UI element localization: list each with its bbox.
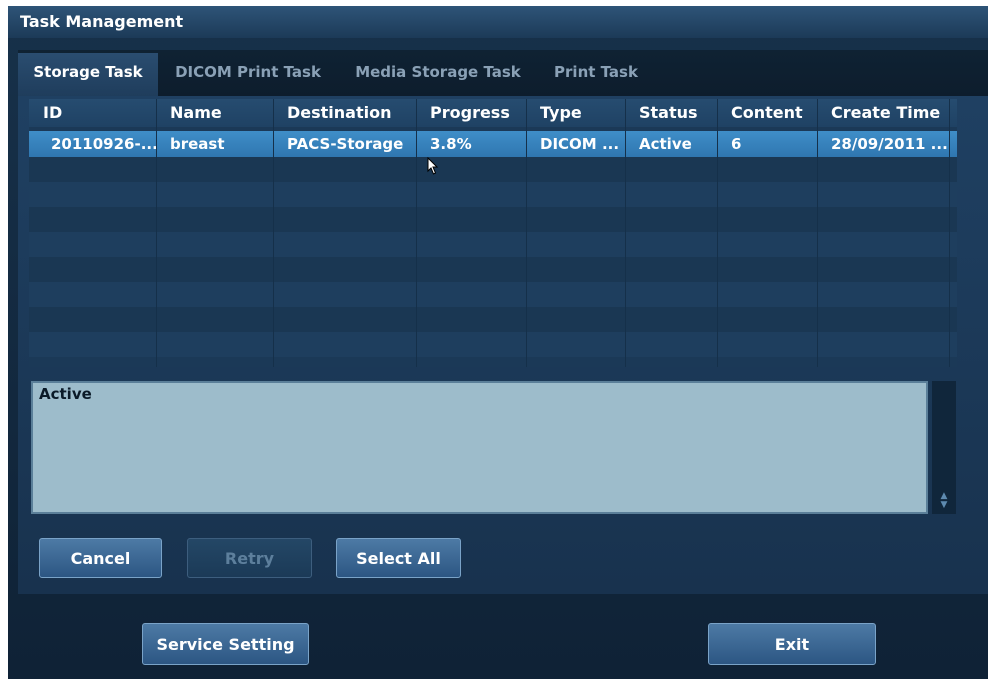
exit-button[interactable]: Exit bbox=[708, 623, 876, 665]
cell-type: DICOM ... bbox=[540, 135, 620, 153]
tab-storage-task[interactable]: Storage Task bbox=[18, 53, 158, 96]
tab-bar: Storage Task DICOM Print Task Media Stor… bbox=[18, 50, 988, 96]
cell-destination: PACS-Storage bbox=[287, 135, 404, 153]
column-header-content[interactable]: Content bbox=[717, 99, 817, 127]
service-setting-button[interactable]: Service Setting bbox=[142, 623, 309, 665]
task-detail-text: Active bbox=[39, 385, 92, 403]
column-header-destination[interactable]: Destination bbox=[273, 99, 416, 127]
column-header-id[interactable]: ID bbox=[29, 99, 156, 127]
cell-create-time: 28/09/2011 ... bbox=[831, 135, 948, 153]
cell-status: Active bbox=[639, 135, 692, 153]
detail-scrollbar[interactable]: ▲ ▼ bbox=[932, 381, 956, 514]
tab-print-task[interactable]: Print Task bbox=[546, 53, 646, 91]
column-header-name[interactable]: Name bbox=[156, 99, 273, 127]
scroll-up-down-icon[interactable]: ▲ ▼ bbox=[938, 492, 950, 510]
mouse-pointer-icon bbox=[427, 157, 439, 175]
select-all-button[interactable]: Select All bbox=[336, 538, 461, 578]
column-header-progress[interactable]: Progress bbox=[416, 99, 526, 127]
column-header-type[interactable]: Type bbox=[526, 99, 625, 127]
cell-progress: 3.8% bbox=[430, 135, 472, 153]
cancel-button[interactable]: Cancel bbox=[39, 538, 162, 578]
window-title: Task Management bbox=[8, 6, 988, 38]
tab-dicom-print-task[interactable]: DICOM Print Task bbox=[168, 53, 328, 91]
cell-id: 20110926-... bbox=[51, 135, 156, 153]
column-header-status[interactable]: Status bbox=[625, 99, 717, 127]
cell-content: 6 bbox=[731, 135, 742, 153]
column-header-create-time[interactable]: Create Time bbox=[817, 99, 949, 127]
retry-button[interactable]: Retry bbox=[187, 538, 312, 578]
task-detail-box: Active bbox=[31, 381, 928, 514]
tab-media-storage-task[interactable]: Media Storage Task bbox=[348, 53, 528, 91]
task-table: ID Name Destination Progress Type Status… bbox=[29, 99, 957, 367]
cell-name: breast bbox=[170, 135, 225, 153]
